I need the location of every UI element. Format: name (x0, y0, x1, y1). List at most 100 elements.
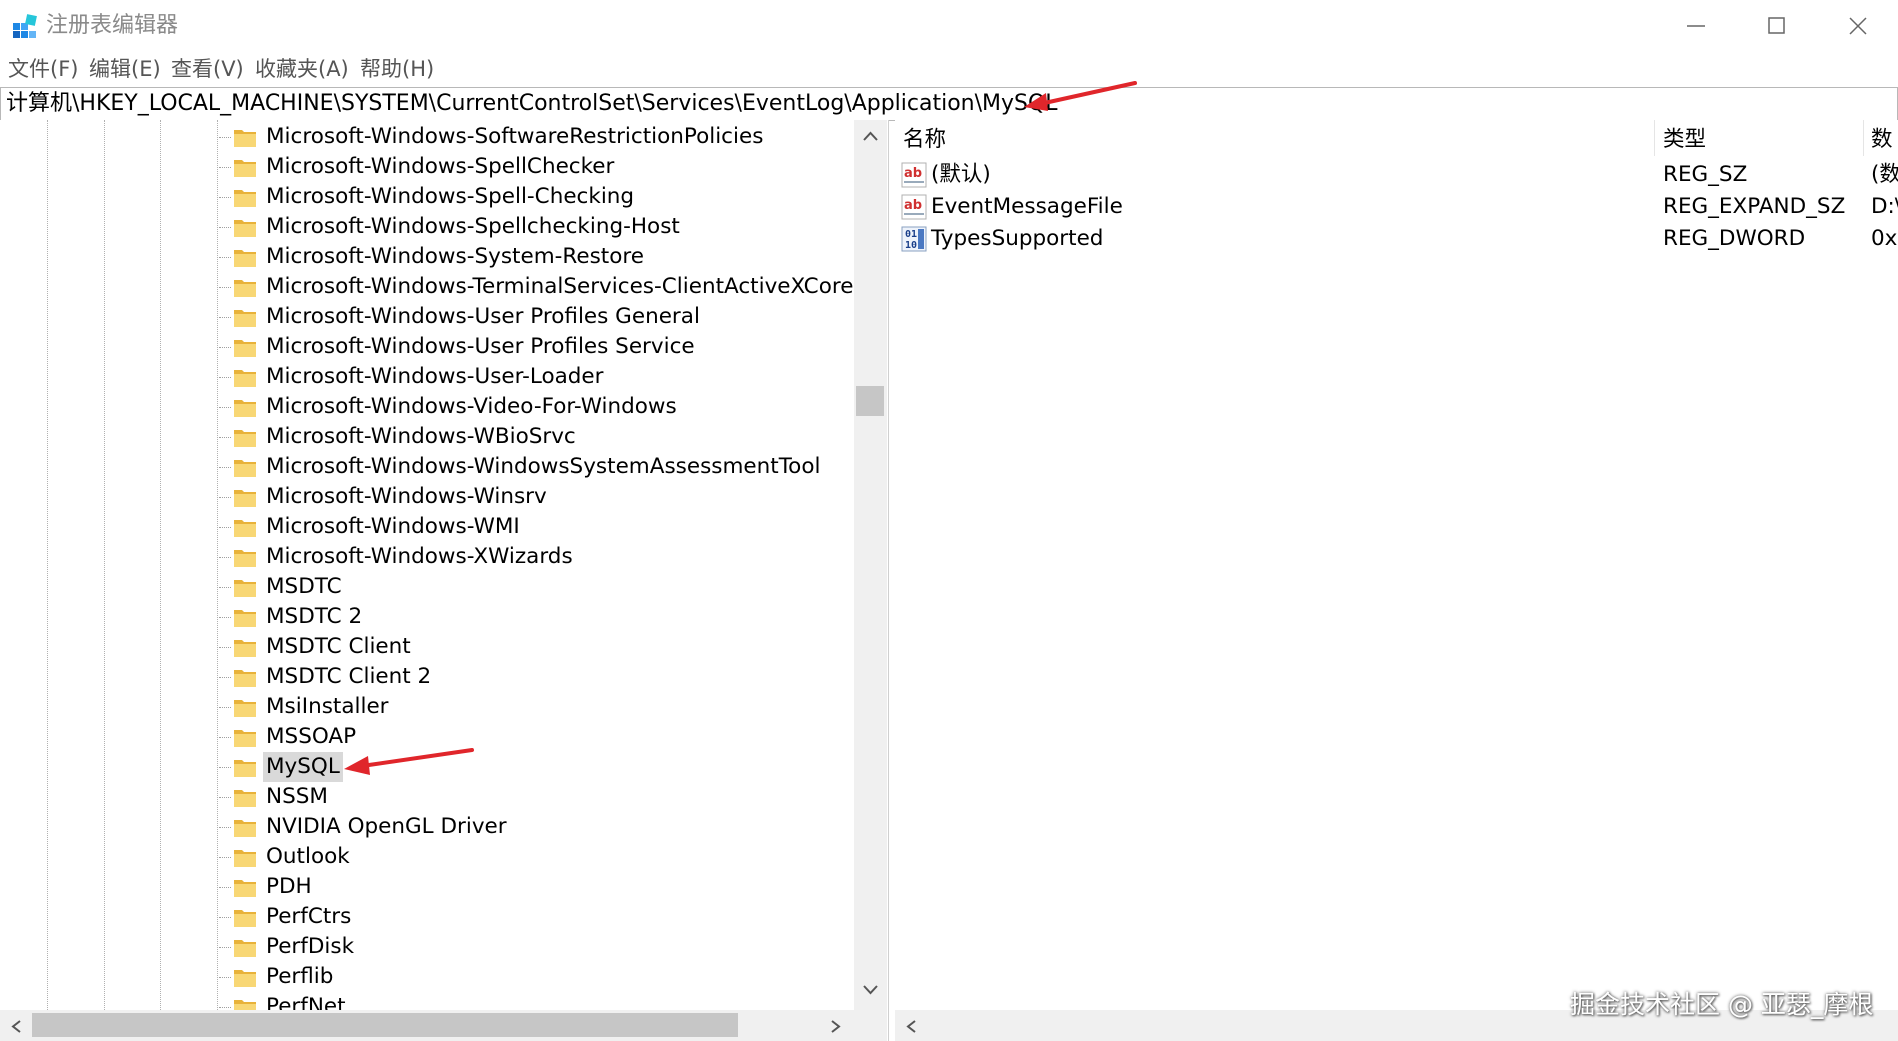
menu-help[interactable]: 帮助(H) (360, 54, 434, 84)
tree-connector (219, 827, 231, 828)
tree-connector (219, 617, 231, 618)
value-row[interactable]: ab EventMessageFile REG_EXPAND_SZ D:\ (895, 191, 1898, 223)
folder-icon (234, 850, 256, 867)
tree-item-label: Microsoft-Windows-WBioSrvc (266, 424, 576, 449)
folder-icon (234, 760, 256, 777)
tree-item[interactable]: Microsoft-Windows-User-Loader (215, 362, 835, 392)
folder-icon (234, 970, 256, 987)
tree-item[interactable]: Perflib (215, 962, 835, 992)
folder-icon (234, 490, 256, 507)
tree-item[interactable]: NVIDIA OpenGL Driver (215, 812, 835, 842)
folder-icon (234, 190, 256, 207)
column-header-data[interactable]: 数 (1871, 120, 1893, 156)
tree-horizontal-scrollbar[interactable] (0, 1010, 854, 1041)
tree-connector (219, 647, 231, 648)
tree-guide-line (160, 120, 161, 1010)
tree-item-label: Microsoft-Windows-Winsrv (266, 484, 547, 509)
menu-file[interactable]: 文件(F) (8, 54, 78, 84)
tree-item[interactable]: Microsoft-Windows-WMI (215, 512, 835, 542)
maximize-button[interactable] (1737, 0, 1817, 52)
tree-item[interactable]: MsiInstaller (215, 692, 835, 722)
menu-view[interactable]: 查看(V) (171, 54, 244, 84)
tree-item[interactable]: Microsoft-Windows-Spell-Checking (215, 182, 835, 212)
folder-icon (234, 280, 256, 297)
tree-item[interactable]: Outlook (215, 842, 835, 872)
minimize-button[interactable] (1656, 0, 1736, 52)
scroll-right-icon[interactable] (830, 1019, 842, 1034)
column-header-name[interactable]: 名称 (903, 120, 946, 156)
tree-item-label: Microsoft-Windows-WMI (266, 514, 520, 539)
tree-item[interactable]: Microsoft-Windows-TerminalServices-Clien… (215, 272, 853, 302)
window-title: 注册表编辑器 (46, 13, 179, 38)
folder-icon (234, 640, 256, 657)
tree-item[interactable]: Microsoft-Windows-User Profiles Service (215, 332, 835, 362)
tree-item-label: Microsoft-Windows-Spell-Checking (266, 184, 635, 209)
value-row[interactable]: 01 10 TypesSupported REG_DWORD 0x (895, 223, 1898, 255)
scroll-left-icon[interactable] (10, 1019, 22, 1034)
value-name: TypesSupported (931, 226, 1104, 251)
tree-item-label: Microsoft-Windows-TerminalServices-Clien… (266, 274, 854, 299)
scroll-up-icon[interactable] (862, 130, 879, 142)
key-tree-pane: Microsoft-Windows-SoftwareRestrictionPol… (0, 120, 889, 1041)
tree-item[interactable]: Microsoft-Windows-Spellchecking-Host (215, 212, 835, 242)
value-type: REG_DWORD (1663, 226, 1806, 251)
tree-item[interactable]: MSDTC 2 (215, 602, 835, 632)
tree-item[interactable]: Microsoft-Windows-System-Restore (215, 242, 835, 272)
tree-connector (219, 917, 231, 918)
folder-icon (234, 130, 256, 147)
watermark: 掘金技术社区 @ 亚瑟_摩根 (1570, 990, 1874, 1019)
address-bar[interactable]: 计算机\HKEY_LOCAL_MACHINE\SYSTEM\CurrentCon… (0, 87, 1898, 121)
column-separator[interactable] (1863, 120, 1864, 156)
values-pane: 名称 类型 数 ab (默认) REG_SZ (数 ab EventMessageFile… (895, 120, 1898, 1041)
menu-favorites[interactable]: 收藏夹(A) (255, 54, 349, 84)
tree-item[interactable]: MSDTC Client (215, 632, 835, 662)
tree-item-label: Microsoft-Windows-WindowsSystemAssessmen… (266, 454, 821, 479)
tree-connector (219, 377, 231, 378)
close-button[interactable] (1818, 0, 1898, 52)
tree-item[interactable]: Microsoft-Windows-SpellChecker (215, 152, 835, 182)
menu-edit[interactable]: 编辑(E) (89, 54, 161, 84)
tree-connector (219, 227, 231, 228)
tree-hscroll-thumb[interactable] (32, 1013, 738, 1037)
tree-item-label: PerfDisk (266, 934, 355, 959)
tree-item[interactable]: MSDTC Client 2 (215, 662, 835, 692)
tree-item[interactable]: Microsoft-Windows-XWizards (215, 542, 835, 572)
tree-connector (219, 347, 231, 348)
scrollbar-corner (854, 1010, 887, 1041)
value-type: REG_EXPAND_SZ (1663, 194, 1846, 219)
value-row[interactable]: ab (默认) REG_SZ (数 (895, 159, 1898, 191)
tree-item[interactable]: NSSM (215, 782, 835, 812)
tree-item[interactable]: Microsoft-Windows-WBioSrvc (215, 422, 835, 452)
tree-connector (219, 797, 231, 798)
tree-item[interactable]: Microsoft-Windows-Winsrv (215, 482, 835, 512)
tree-vertical-scrollbar[interactable] (854, 120, 887, 1010)
tree-item[interactable]: PerfDisk (215, 932, 835, 962)
value-data: D:\ (1871, 194, 1898, 219)
folder-icon (234, 910, 256, 927)
folder-icon (234, 940, 256, 957)
scroll-left-icon[interactable] (905, 1019, 917, 1034)
scroll-down-icon[interactable] (862, 984, 879, 996)
column-header-type[interactable]: 类型 (1663, 120, 1706, 156)
tree-item[interactable]: MySQL (215, 752, 835, 782)
tree-item[interactable]: Microsoft-Windows-SoftwareRestrictionPol… (215, 122, 835, 152)
tree-connector (219, 677, 231, 678)
tree-item[interactable]: PDH (215, 872, 835, 902)
tree-item[interactable]: PerfCtrs (215, 902, 835, 932)
tree-scroll-thumb[interactable] (856, 386, 884, 416)
folder-icon (234, 250, 256, 267)
tree-connector (219, 407, 231, 408)
tree-connector (219, 167, 231, 168)
tree-item[interactable]: Microsoft-Windows-WindowsSystemAssessmen… (215, 452, 835, 482)
tree-connector (219, 197, 231, 198)
tree-item-label: Microsoft-Windows-User-Loader (266, 364, 604, 389)
tree-item[interactable]: MSSOAP (215, 722, 835, 752)
folder-icon (234, 370, 256, 387)
tree-item[interactable]: MSDTC (215, 572, 835, 602)
tree-item[interactable]: Microsoft-Windows-User Profiles General (215, 302, 835, 332)
registry-editor-icon (13, 14, 37, 38)
tree-connector (219, 977, 231, 978)
tree-item[interactable]: Microsoft-Windows-Video-For-Windows (215, 392, 835, 422)
column-separator[interactable] (1654, 120, 1655, 156)
folder-icon (234, 580, 256, 597)
